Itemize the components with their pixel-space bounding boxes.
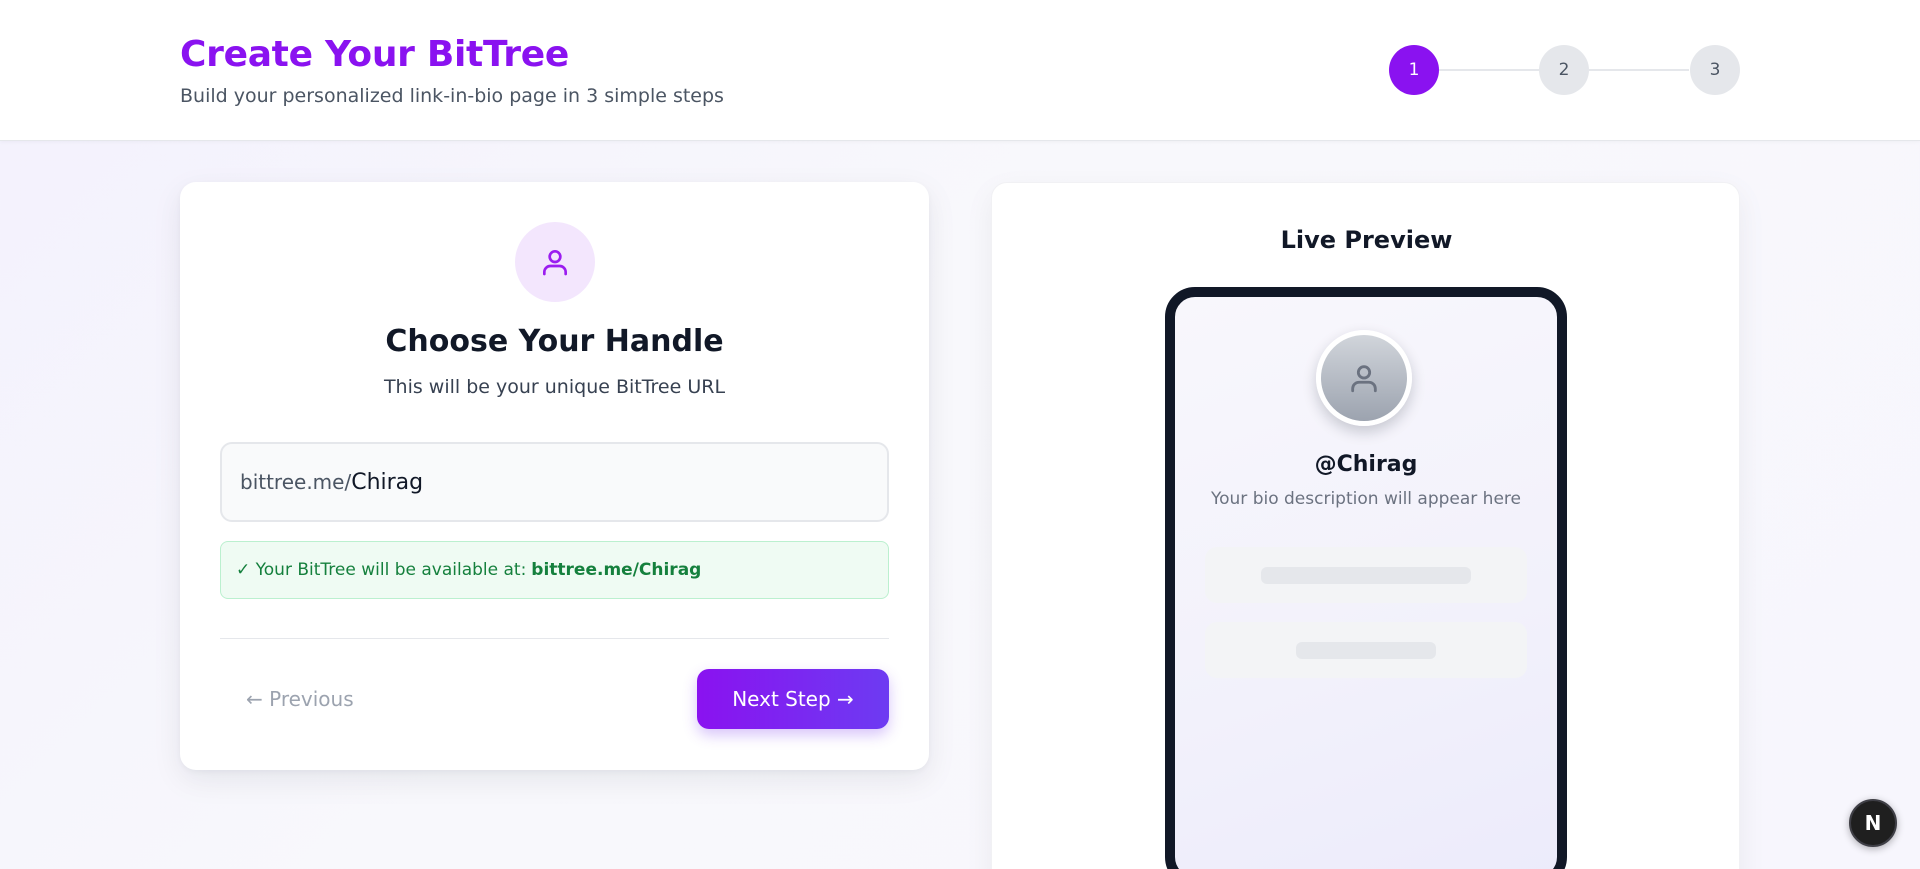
handle-field[interactable]: bittree.me/ [220,442,889,522]
step-1: 1 [1389,45,1439,95]
step-connector [1439,69,1539,71]
link-placeholder-bar [1261,567,1471,584]
link-placeholder-bar [1296,642,1436,659]
preview-bio: Your bio description will appear here [1211,489,1521,509]
avatar [1316,330,1412,426]
phone-mockup: @Chirag Your bio description will appear… [1165,287,1567,869]
form-subtitle: This will be your unique BitTree URL [383,376,726,398]
url-prefix: bittree.me/ [240,470,352,494]
step-3: 3 [1690,45,1740,95]
form-title: Choose Your Handle [385,324,724,359]
live-preview-card: Live Preview @Chirag Your bio descriptio… [991,182,1740,869]
availability-text: ✓ Your BitTree will be available at: [236,560,527,580]
next-step-button[interactable]: Next Step → [697,669,889,729]
link-placeholder [1205,547,1527,603]
availability-message: ✓ Your BitTree will be available at: bit… [220,541,889,599]
handle-form-card: Choose Your Handle This will be your uni… [180,182,929,770]
user-icon [1351,365,1377,393]
page-subtitle: Build your personalized link-in-bio page… [180,85,724,107]
previous-button[interactable]: ← Previous [246,687,354,711]
availability-url: bittree.me/Chirag [531,560,702,580]
divider [220,638,889,639]
user-icon [515,222,595,302]
top-header: Create Your BitTree Build your personali… [0,0,1920,141]
handle-input[interactable] [351,469,852,495]
step-connector [1589,69,1689,71]
preview-handle: @Chirag [1314,452,1418,477]
step-indicator: 1 2 3 [1389,45,1740,95]
link-placeholder [1205,622,1527,678]
preview-title: Live Preview [1280,226,1453,254]
step-2: 2 [1539,45,1589,95]
dev-tools-badge[interactable]: N [1849,799,1897,847]
page-title: Create Your BitTree [180,34,569,75]
